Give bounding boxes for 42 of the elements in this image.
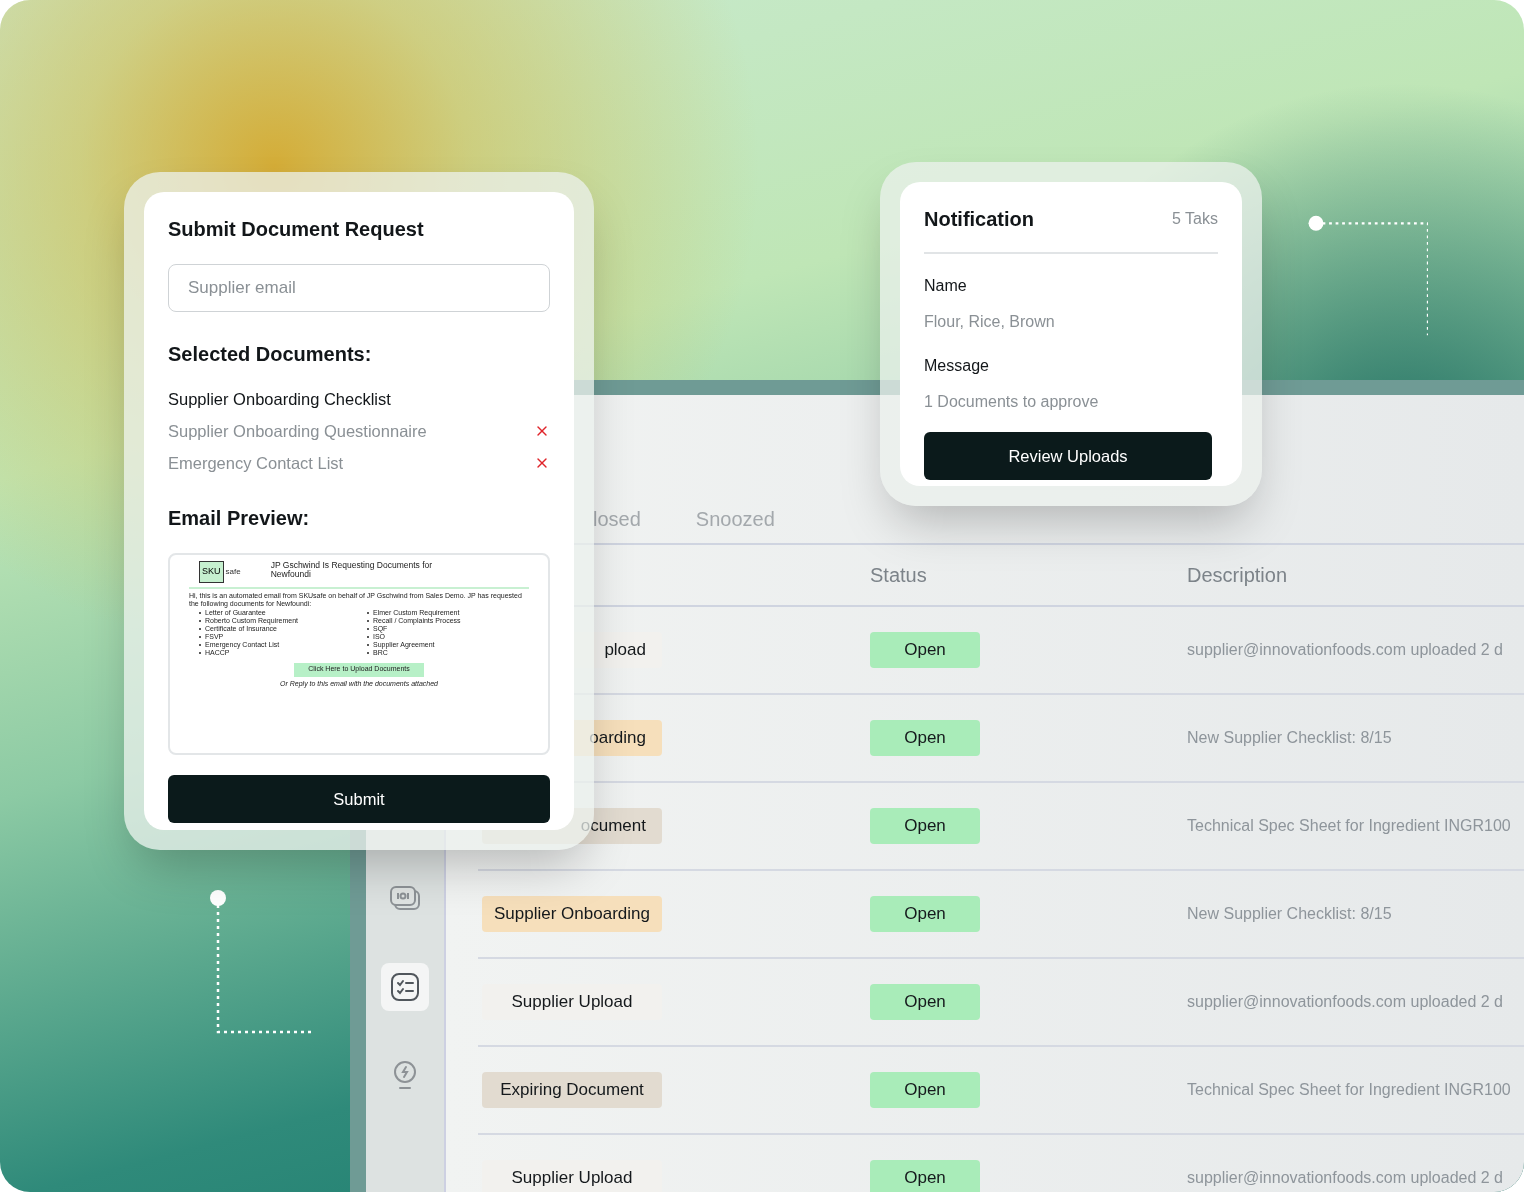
checklist-icon	[390, 972, 420, 1002]
status-tag: Open	[870, 720, 980, 756]
status-tag: Open	[870, 808, 980, 844]
card-title: Submit Document Request	[168, 217, 425, 242]
status-tag: Open	[870, 1072, 980, 1108]
email-heading: JP Gschwind Is Requesting Documents for Newfoundi	[270, 561, 434, 579]
documents-icon	[389, 885, 421, 913]
document-name: Emergency Contact List	[168, 452, 344, 474]
table-cell-text: supplier@innovationfoods.com uploaded 2 d	[1187, 640, 1503, 660]
section-heading: Email Preview:	[168, 506, 311, 531]
logo-mark: SKU	[199, 561, 224, 583]
column-header: Status	[870, 563, 928, 588]
status-tag: Open	[870, 984, 980, 1020]
status-tag: Open	[870, 632, 980, 668]
document-name: Supplier Onboarding Questionnaire	[168, 420, 427, 442]
field-value: Flour, Rice, Brown	[924, 312, 1056, 332]
section-heading: Selected Documents:	[168, 342, 373, 367]
table-cell-text: New Supplier Checklist: 8/15	[1187, 728, 1392, 748]
field-label: Name	[924, 276, 968, 296]
lightbulb-icon	[392, 1060, 418, 1090]
field-label: Message	[924, 356, 990, 376]
table-cell-text: New Supplier Checklist: 8/15	[1187, 904, 1392, 924]
status-tag: Open	[870, 896, 980, 932]
submit-button[interactable]: Submit	[168, 775, 550, 823]
type-tag: Supplier Upload	[482, 984, 662, 1020]
table-cell-text: supplier@innovationfoods.com uploaded 2 d	[1187, 992, 1503, 1012]
review-uploads-button[interactable]: Review Uploads	[924, 432, 1212, 480]
table-cell-text: Technical Spec Sheet for Ingredient INGR100	[1187, 1080, 1511, 1100]
card-title: Notification	[924, 207, 1034, 232]
document-name: Supplier Onboarding Checklist	[168, 388, 391, 410]
type-tag: Supplier Onboarding	[482, 896, 662, 932]
column-header: Description	[1187, 563, 1288, 588]
type-tag: Supplier Upload	[482, 1160, 662, 1192]
type-tag: Expiring Document	[482, 1072, 662, 1108]
email-field[interactable]: Supplier email	[168, 264, 550, 312]
status-tag: Open	[870, 1160, 980, 1192]
field-value: 1 Documents to approve	[924, 392, 1100, 412]
task-count: 5 Taks	[1172, 209, 1218, 229]
logo-word: safe	[225, 565, 241, 578]
table-cell-text: supplier@innovationfoods.com uploaded 2 d	[1187, 1168, 1503, 1188]
sidebar-item[interactable]	[381, 963, 429, 1011]
table-cell-text: Technical Spec Sheet for Ingredient INGR100	[1187, 816, 1511, 836]
